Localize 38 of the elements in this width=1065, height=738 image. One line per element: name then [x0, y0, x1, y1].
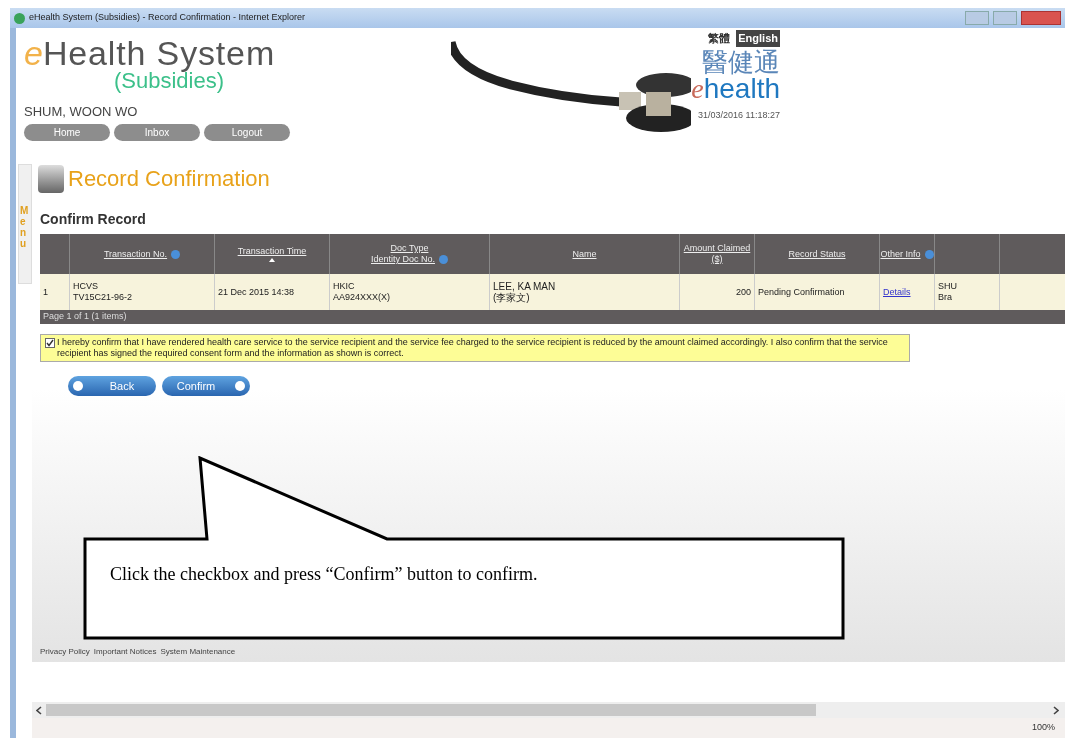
language-link[interactable]: English [736, 30, 780, 47]
scroll-left-icon[interactable] [36, 705, 42, 715]
confirm-button[interactable]: Confirm [162, 376, 250, 396]
info-icon[interactable] [171, 249, 181, 259]
section-title: Confirm Record [40, 210, 147, 229]
minimize-button[interactable] [965, 11, 989, 25]
info-icon[interactable] [924, 249, 934, 259]
date-time: 31/03/2016 11:18:27 [698, 108, 780, 122]
logo-title: Health System [42, 36, 276, 70]
info-icon[interactable] [439, 255, 448, 265]
footer-link[interactable]: Important Notices [93, 646, 157, 658]
scrollbar-thumb[interactable] [46, 704, 816, 716]
logo-mark: e [24, 36, 43, 70]
checkbox[interactable] [45, 338, 55, 348]
maximize-button[interactable] [993, 11, 1017, 25]
user-name: SHUM, WOON WO [24, 103, 139, 121]
page-title: Record Confirmation [68, 165, 270, 193]
pager-text: Page 1 of 1 (1 items) [43, 310, 127, 324]
back-button[interactable]: Back [68, 376, 156, 396]
footer-link[interactable]: Privacy Policy [40, 646, 90, 658]
language-link[interactable]: 繁體 [706, 30, 733, 47]
footer-link[interactable]: System Maintenance [160, 646, 236, 658]
nav-button[interactable]: Logout [204, 123, 290, 141]
document-icon [38, 164, 64, 193]
app-icon [14, 12, 25, 24]
close-button[interactable] [1021, 11, 1061, 25]
window-title: eHealth System (Subsidies) - Record Confirmation - Internet Explorer [29, 11, 306, 25]
nav-button[interactable]: Home [24, 123, 110, 141]
sort-arrow-icon[interactable] [269, 258, 275, 262]
callout-text: Click the checkbox and press “Confirm” button to confirm. [110, 563, 538, 586]
menu-label: Menu [20, 205, 30, 251]
brand-mark: e [691, 74, 704, 103]
zoom-level[interactable]: 100% [1031, 721, 1055, 735]
declaration-text: I hereby confirm that I have rendered health care service to the service recipient and the service fee charged to the service recipient is reduced by the amount claimed accordingly. I also confirm that the service recipient has signed the required consent form and the information as shown is correct. [57, 337, 889, 359]
scroll-right-icon[interactable] [1053, 705, 1059, 715]
brand-text: health [703, 74, 780, 103]
brand-chinese: 醫健通 [702, 48, 780, 75]
nav-button[interactable]: Inbox [114, 123, 200, 141]
